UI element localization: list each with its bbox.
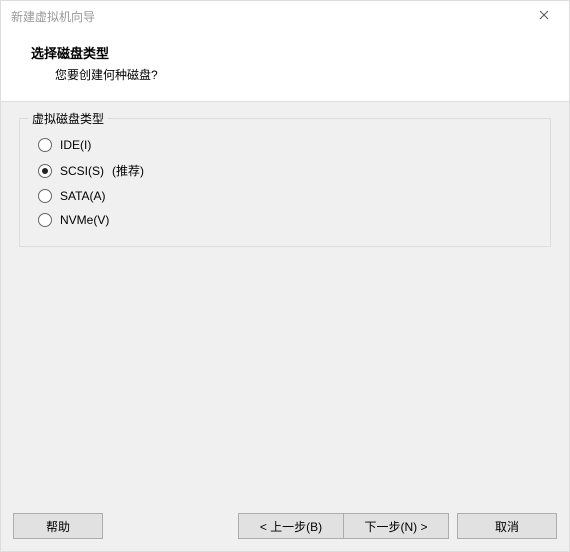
nav-button-group: < 上一步(B) 下一步(N) > xyxy=(238,513,449,539)
radio-icon xyxy=(38,164,52,178)
radio-option-ide[interactable]: IDE(I) xyxy=(34,133,536,157)
wizard-header: 选择磁盘类型 您要创建何种磁盘? xyxy=(1,31,569,101)
radio-icon xyxy=(38,138,52,152)
wizard-window: 新建虚拟机向导 选择磁盘类型 您要创建何种磁盘? 虚拟磁盘类型 IDE(I) S… xyxy=(0,0,570,552)
page-title: 选择磁盘类型 xyxy=(31,43,539,62)
radio-option-nvme[interactable]: NVMe(V) xyxy=(34,208,536,232)
radio-option-scsi[interactable]: SCSI(S) (推荐) xyxy=(34,157,536,184)
radio-suffix: (推荐) xyxy=(112,162,144,179)
radio-label: SATA(A) xyxy=(60,189,106,203)
radio-icon xyxy=(38,213,52,227)
close-icon xyxy=(539,9,549,23)
back-button[interactable]: < 上一步(B) xyxy=(238,513,344,539)
group-legend: 虚拟磁盘类型 xyxy=(28,110,108,127)
window-title: 新建虚拟机向导 xyxy=(11,8,527,25)
radio-label: IDE(I) xyxy=(60,138,91,152)
close-button[interactable] xyxy=(527,4,561,28)
radio-icon xyxy=(38,189,52,203)
disk-type-group: 虚拟磁盘类型 IDE(I) SCSI(S) (推荐) SATA(A) NVMe(… xyxy=(19,118,551,247)
radio-label: SCSI(S) xyxy=(60,164,104,178)
wizard-footer: 帮助 < 上一步(B) 下一步(N) > 取消 xyxy=(1,503,569,551)
next-button[interactable]: 下一步(N) > xyxy=(343,513,449,539)
wizard-content: 虚拟磁盘类型 IDE(I) SCSI(S) (推荐) SATA(A) NVMe(… xyxy=(1,102,569,503)
titlebar: 新建虚拟机向导 xyxy=(1,1,569,31)
help-button[interactable]: 帮助 xyxy=(13,513,103,539)
radio-option-sata[interactable]: SATA(A) xyxy=(34,184,536,208)
page-subtitle: 您要创建何种磁盘? xyxy=(31,66,539,83)
cancel-button[interactable]: 取消 xyxy=(457,513,557,539)
radio-label: NVMe(V) xyxy=(60,213,109,227)
